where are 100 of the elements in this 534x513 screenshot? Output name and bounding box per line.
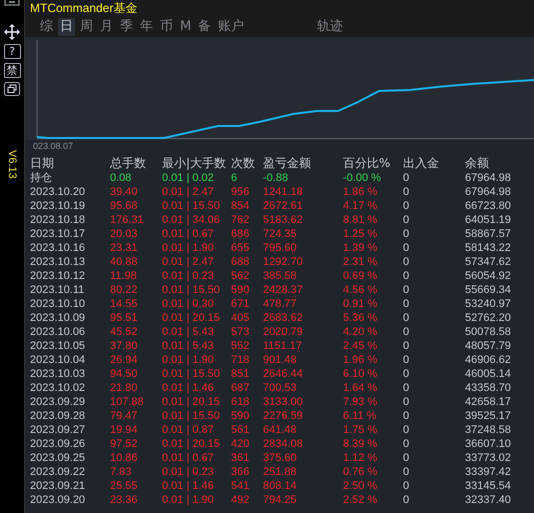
table-cell-text: 2.50 % [343,479,378,493]
tab[interactable]: 币 [158,18,175,36]
column-header: 百分比% [343,155,392,171]
table-cell-text: 19.94 [110,423,139,437]
table-cell-text: 0 [403,311,410,325]
table-cell-text: 655 [231,241,250,255]
table-cell-text: 1.75 % [343,423,378,437]
table-cell-text: 11.98 [110,269,138,283]
table-cell-text: 58143.22 [465,241,512,255]
forbid-button[interactable]: 禁 [4,63,20,78]
table-cell-text: 366 [231,465,250,479]
table-cell-text: 0.01 | 0.30 [162,297,215,311]
table-cell-text: 2276.59 [263,409,304,423]
tab[interactable]: 年 [138,18,155,36]
table-cell-text: 0.91 % [343,297,378,311]
table-cell-text: 4.56 % [343,283,378,297]
table-cell-text: 10.86 [110,451,139,465]
tab[interactable]: 备 [196,18,214,36]
table-cell-text: 385.58 [263,269,298,283]
table-cell-text: 26.94 [110,353,139,367]
table-cell-text: 2023.09.25 [30,451,86,465]
column-header: 盈亏金额 [263,155,312,171]
table-cell-text: 66723.80 [465,199,512,213]
table-cell-text: 1292.70 [263,255,304,269]
table-cell-text: 94.50 [110,367,139,381]
table-cell-text: 1.12 % [343,451,378,465]
table-cell-text: 2834.08 [263,437,304,451]
table-cell-text: 0.01 | 1.90 [162,353,215,367]
move-icon[interactable] [4,24,20,40]
column-header: 次数 [231,155,256,171]
table-cell-text: 2023.09.26 [30,437,86,451]
table-cell-text: 2023.09.21 [30,479,86,493]
table-cell-text: 0 [403,465,410,479]
table-cell-text: 37248.58 [465,423,512,437]
table-cell-text: 0 [403,213,410,227]
tab[interactable]: 月 [98,18,115,36]
tab[interactable]: 轨迹 [315,18,346,36]
table-cell-text: -0.88 [263,171,290,185]
table-cell-text: 2023.09.28 [30,409,86,423]
table-cell-text: 0 [403,437,410,451]
column-header: 余额 [465,155,490,171]
table-cell-text: 0.01 | 2.47 [162,185,215,199]
table-cell-text: 420 [231,437,250,451]
table-cell-text: 762 [231,213,250,227]
table-cell-text: 0.01 | 15.50 [162,409,221,423]
table-cell-text: 0 [403,241,410,255]
table-cell-text: 541 [231,479,250,493]
table-cell-text: 686 [231,227,250,241]
table-cell-text: 562 [231,269,250,283]
table-cell-text: 0.01 | 1.46 [162,479,215,493]
table-cell-text: 0 [403,185,410,199]
table-cell-text: 2646.44 [263,367,304,381]
table-cell-text: 0.01 | 15.50 [162,283,221,297]
tab[interactable]: 周 [78,18,95,36]
table-cell-text: 2023.10.04 [30,353,86,367]
table-cell-text: 0.01 | 15.50 [162,367,221,381]
table-cell-text: 23.36 [110,493,139,507]
table-cell-text: 0.01 | 20.15 [162,311,221,325]
table-cell-text: 80.22 [110,283,139,297]
table-cell-text: 43358.70 [465,381,512,395]
table-cell-text: 2023.10.16 [30,241,86,255]
table-cell-text: 20.03 [110,227,139,241]
minimize-icon[interactable] [4,0,20,6]
table-cell-text: 5.36 % [343,311,378,325]
table-cell-text: 0 [403,395,410,409]
tab[interactable]: M [178,18,194,36]
table-cell-text: 590 [231,283,250,297]
tab[interactable]: 日 [58,18,75,36]
window-title: MTCommander基金 [25,0,534,17]
table-cell-text: 718 [231,353,250,367]
table-cell-text: 0.01 | 1.90 [162,493,215,507]
table-cell-text: 956 [231,185,250,199]
table-cell-text: 2.45 % [343,339,378,353]
table-cell-text: 33397.42 [465,465,512,479]
table-cell-text: 95.68 [110,199,139,213]
table-cell-text: 0 [403,493,410,507]
table-cell-text: 0 [403,339,410,353]
tab[interactable]: 季 [118,18,135,36]
tab[interactable]: 账户 [216,18,246,36]
restore-icon[interactable] [4,82,20,96]
table-cell-text: 2023.10.11 [30,283,86,297]
table-cell-text: 687 [231,381,250,395]
chart-start-label: 023.08.07 [32,140,74,152]
table-cell-text: 2023.10.18 [30,213,86,227]
table-cell-text: 854 [231,199,250,213]
table-cell-text: 36607.10 [465,437,512,451]
tab[interactable]: 综 [38,18,55,36]
table-cell-text: 795.60 [263,241,298,255]
table-cell-text: 251.88 [263,465,298,479]
table-cell-text: 56054.92 [465,269,512,283]
table-cell-text: 851 [231,367,250,381]
table-cell-text: 23.31 [110,241,139,255]
column-header: 最小|大手数 [162,155,228,171]
table-cell-text: 33773.02 [465,451,512,465]
help-button[interactable]: ? [4,44,20,59]
table-cell-text: 2023.10.12 [30,269,86,283]
table-cell-text: 0 [403,199,410,213]
table-cell-text: 2023.10.05 [30,339,86,353]
table-cell-text: 1.96 % [343,353,378,367]
table-cell-text: 2023.10.06 [30,325,86,339]
